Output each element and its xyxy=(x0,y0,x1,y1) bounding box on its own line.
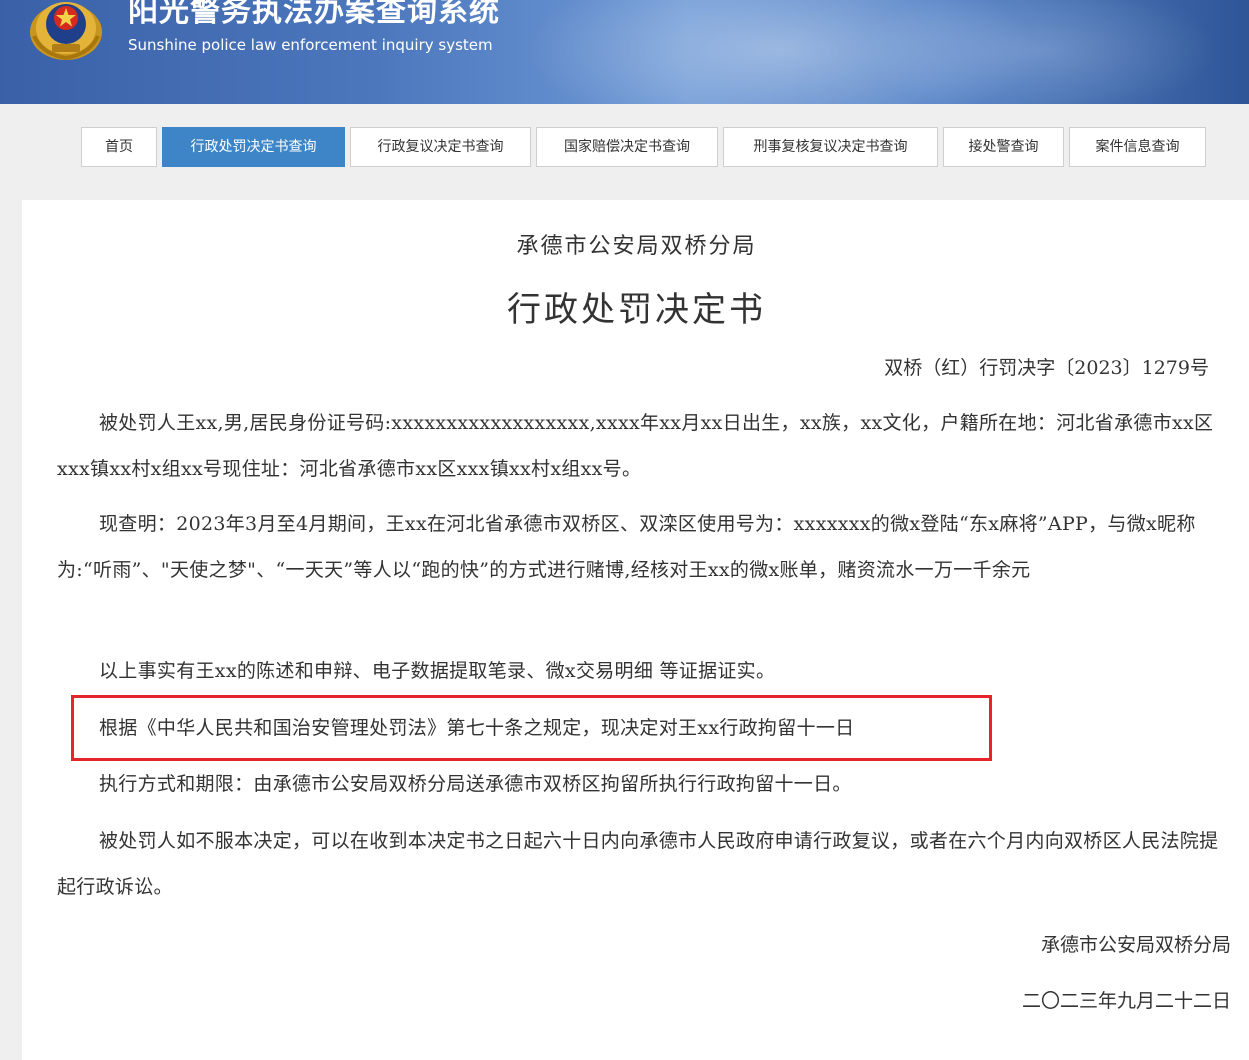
paragraph-party-info: 被处罚人王xx,男,居民身份证号码:xxxxxxxxxxxxxxxxxx,xxx… xyxy=(57,412,1214,480)
police-emblem-icon xyxy=(30,2,102,61)
decision-highlight-box xyxy=(71,695,992,761)
signature-org: 承德市公安局双桥分局 xyxy=(1040,934,1231,956)
tab-criminal-review-query[interactable]: 刑事复核复议决定书查询 xyxy=(723,127,938,167)
banner-glow-secondary xyxy=(860,0,1220,104)
paragraph-appeal-rights: 被处罚人如不服本决定，可以在收到本决定书之日起六十日内向承德市人民政府申请行政复… xyxy=(57,830,1219,898)
paragraph-execution: 执行方式和期限：由承德市公安局双桥分局送承德市双桥区拘留所执行行政拘留十一日。 xyxy=(99,773,852,795)
paragraph-findings: 现查明：2023年3月至4月期间，王xx在河北省承德市双桥区、双滦区使用号为：x… xyxy=(57,513,1196,581)
system-subtitle: Sunshine police law enforcement inquiry … xyxy=(128,36,493,54)
signature-date: 二〇二三年九月二十二日 xyxy=(1021,990,1231,1012)
tab-state-compensation-query[interactable]: 国家赔偿决定书查询 xyxy=(536,127,718,167)
tab-admin-penalty-query[interactable]: 行政处罚决定书查询 xyxy=(162,127,345,167)
document-number: 双桥（红）行罚决字〔2023〕1279号 xyxy=(884,357,1209,379)
issuing-org-heading: 承德市公安局双桥分局 xyxy=(516,234,757,259)
tab-police-dispatch-query[interactable]: 接处警查询 xyxy=(943,127,1064,167)
system-title: 阳光警务执法办案查询系统 xyxy=(128,0,500,29)
tab-home[interactable]: 首页 xyxy=(81,127,157,167)
tab-admin-review-query[interactable]: 行政复议决定书查询 xyxy=(350,127,531,167)
paragraph-evidence: 以上事实有王xx的陈述和申辩、电子数据提取笔录、微x交易明细 等证据证实。 xyxy=(99,660,776,682)
header-banner: 阳光警务执法办案查询系统 Sunshine police law enforce… xyxy=(0,0,1249,104)
document-title: 行政处罚决定书 xyxy=(507,290,766,330)
tab-case-info-query[interactable]: 案件信息查询 xyxy=(1069,127,1206,167)
